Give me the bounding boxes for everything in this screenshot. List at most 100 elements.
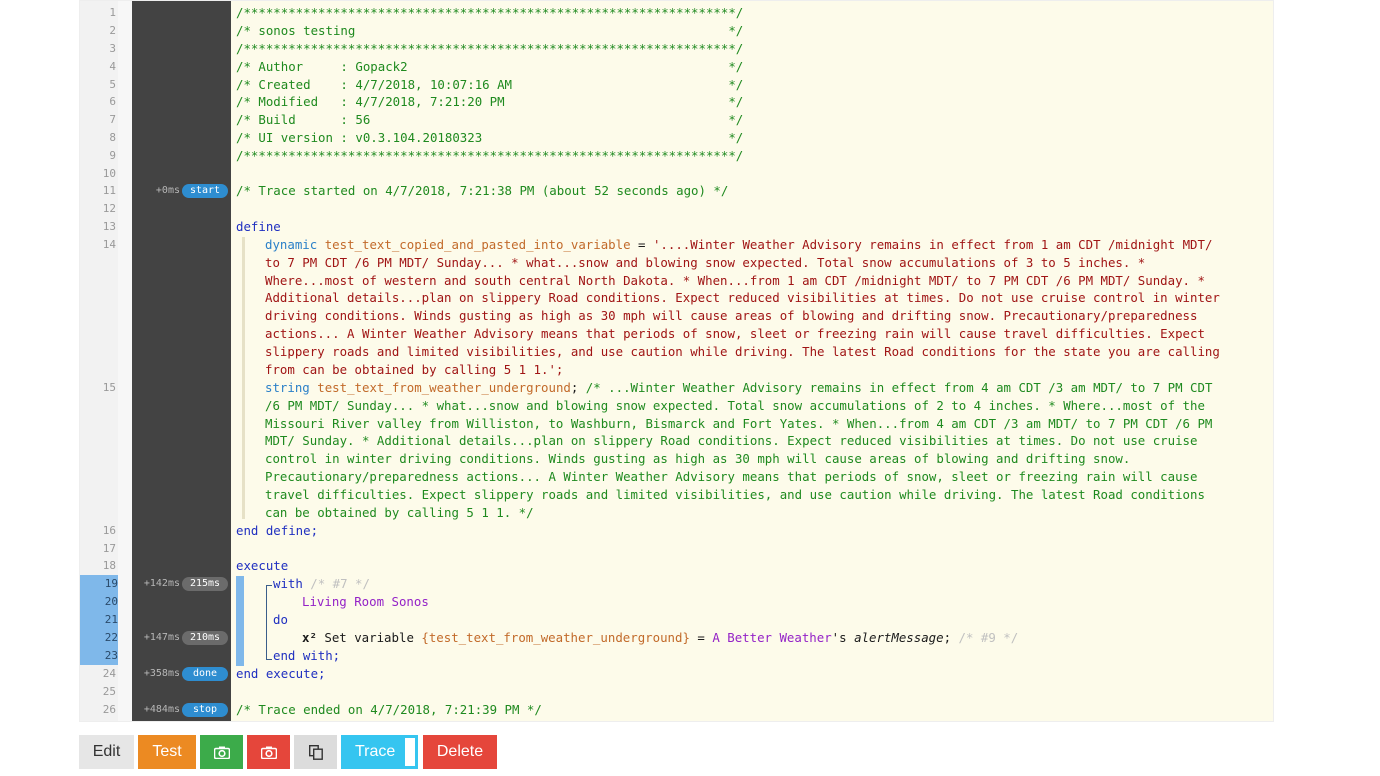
line-number: 24: [102, 667, 116, 680]
variable-comment-line: MDT/ Sunday. * Additional details...plan…: [265, 433, 1198, 448]
code-editor: 1 2 3 4 5 6 7 8 9 10 11 12 13 14 15 16 1…: [79, 0, 1274, 722]
line-number: 3: [109, 42, 116, 55]
with-statement: with /* #7 */: [273, 575, 370, 593]
statement-id-comment: /* #7 */: [302, 576, 370, 591]
line-number-highlighted: 22: [80, 629, 118, 647]
set-variable-statement: x² Set variable {test_text_from_weather_…: [302, 629, 1018, 647]
variable-type: string: [265, 380, 310, 395]
trace-column: [132, 1, 231, 721]
line-number: 9: [109, 149, 116, 162]
camera-icon: [260, 746, 277, 759]
header-comment: /* Build : 56 */: [236, 112, 744, 127]
define-keyword: define: [236, 219, 281, 234]
line-number: 6: [109, 95, 116, 108]
with-keyword: with: [273, 576, 303, 591]
duplicate-button[interactable]: [294, 735, 337, 769]
variable-value-line: Where...most of western and south centra…: [265, 273, 1205, 288]
variable-comment-line: control in winter driving conditions. Wi…: [265, 451, 1131, 466]
variable-value: '....Winter Weather Advisory remains in …: [652, 237, 1213, 252]
edit-button[interactable]: Edit: [79, 735, 134, 769]
header-comment: /***************************************…: [236, 148, 744, 163]
line-number-highlighted: 20: [80, 593, 118, 611]
line-number: 7: [109, 113, 116, 126]
define-block-bar: [242, 237, 245, 519]
variable-comment: /* ...Winter Weather Advisory remains in…: [585, 380, 1213, 395]
line-number: 8: [109, 131, 116, 144]
variable-value-line: slippery roads and limited visibilities,…: [265, 344, 1220, 359]
variable-declaration: dynamic test_text_copied_and_pasted_into…: [265, 236, 1212, 254]
device-name: Living Room Sonos: [302, 594, 429, 609]
trace-started-comment: /* Trace started on 4/7/2018, 7:21:38 PM…: [236, 183, 729, 198]
anonymized-snapshot-button[interactable]: [247, 735, 290, 769]
semicolon: ;: [943, 630, 959, 645]
statement-id-comment: /* #9 */: [958, 630, 1019, 645]
line-number: 26: [102, 703, 116, 716]
header-comment: /* Author : Gopack2 */: [236, 59, 744, 74]
trace-offset: +484ms: [143, 704, 180, 715]
end-with-keyword: end with;: [273, 648, 341, 663]
execute-keyword: execute: [236, 558, 289, 573]
trace-duration-badge: 215ms: [182, 577, 228, 591]
camera-icon: [213, 746, 230, 759]
variable-declaration: string test_text_from_weather_undergroun…: [265, 379, 1212, 397]
operator: ;: [570, 380, 586, 395]
statement-text: Set variable: [316, 630, 422, 645]
end-execute-keyword: end execute;: [236, 666, 326, 681]
trace-offset: +147ms: [143, 632, 180, 643]
variable-comment-line: travel difficulties. Expect slippery roa…: [265, 487, 1205, 502]
line-number: 14: [102, 238, 116, 251]
variable-value-line: to 7 PM CDT /6 PM MDT/ Sunday... * what.…: [265, 255, 1146, 270]
line-number: 11: [102, 184, 116, 197]
trace-offset: +142ms: [143, 578, 180, 589]
trace-offset: +0ms: [155, 185, 180, 196]
header-comment: /* sonos testing */: [236, 23, 744, 38]
line-number-highlighted: 23: [80, 647, 118, 665]
copy-icon: [308, 744, 323, 760]
trace-done-badge: done: [182, 667, 228, 681]
line-number: 21: [104, 613, 118, 626]
line-number: 18: [102, 559, 116, 572]
variable-comment-line: Precautionary/preparedness actions... A …: [265, 469, 1198, 484]
device-attribute: alertMessage: [854, 630, 944, 645]
trace-toggle-button[interactable]: Trace: [341, 735, 418, 769]
device-name: A Better Weather: [712, 630, 832, 645]
possessive: 's: [831, 630, 855, 645]
end-define-keyword: end define;: [236, 523, 319, 538]
test-button[interactable]: Test: [138, 735, 196, 769]
header-comment: /* Modified : 4/7/2018, 7:21:20 PM */: [236, 94, 744, 109]
variable-name: test_text_copied_and_pasted_into_variabl…: [324, 237, 631, 252]
header-comment: /***************************************…: [236, 41, 744, 56]
line-number-highlighted: 19: [80, 575, 118, 593]
variable-value-line: Additional details...plan on slippery Ro…: [265, 290, 1220, 305]
do-keyword: do: [273, 612, 288, 627]
trace-toggle-indicator: [405, 738, 415, 766]
line-number: 25: [102, 685, 116, 698]
operator: =: [689, 630, 713, 645]
set-variable-icon: x²: [302, 630, 317, 645]
line-number: 20: [104, 595, 118, 608]
trace-start-badge: start: [182, 184, 228, 198]
variable-value-line: actions... A Winter Weather Advisory mea…: [265, 326, 1205, 341]
line-number-highlighted: 21: [80, 611, 118, 629]
trace-duration-badge: 210ms: [182, 631, 228, 645]
line-number: 4: [109, 60, 116, 73]
line-number: 10: [102, 167, 116, 180]
with-block-bracket: [266, 585, 272, 660]
line-number: 2: [109, 24, 116, 37]
trace-label: Trace: [355, 743, 396, 760]
snapshot-button[interactable]: [200, 735, 243, 769]
line-number: 16: [102, 524, 116, 537]
gutter-separator: [118, 1, 132, 721]
trace-offset: +358ms: [143, 668, 180, 679]
delete-button[interactable]: Delete: [423, 735, 497, 769]
variable-value-line: driving conditions. Winds gusting as hig…: [265, 308, 1198, 323]
header-comment: /***************************************…: [236, 5, 744, 20]
line-number: 23: [104, 649, 118, 662]
variable-value-line: from can be obtained by calling 5 1 1.';: [265, 362, 564, 377]
set-variable-target: {test_text_from_weather_underground}: [421, 630, 690, 645]
line-number: 1: [109, 6, 116, 19]
line-number: 19: [104, 577, 118, 590]
line-number: 15: [102, 381, 116, 394]
line-number: 13: [102, 220, 116, 233]
line-number: 22: [104, 631, 118, 644]
